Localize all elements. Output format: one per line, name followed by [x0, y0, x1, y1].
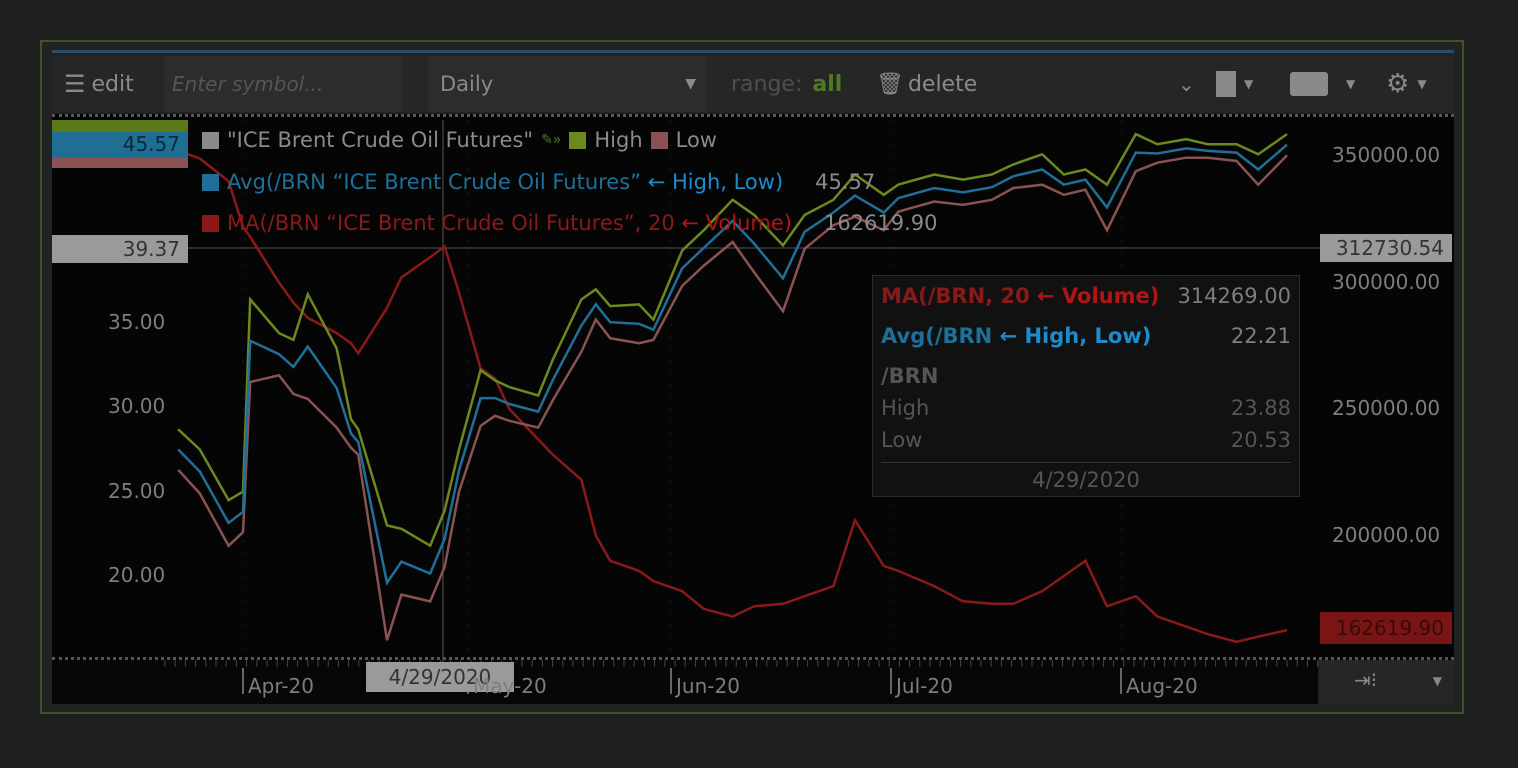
legend-high: High — [594, 128, 643, 152]
tooltip-avg-inputs: ← High, Low) — [999, 324, 1152, 348]
legend-ma: MA(/BRN “ICE Brent Crude Oil Futures”, 2… — [202, 211, 938, 235]
tooltip-date: 4/29/2020 — [1032, 468, 1140, 492]
right-axis-label: 350000.00 — [1332, 143, 1441, 167]
legend-symbol: "ICE Brent Crude Oil Futures" ✎» High Lo… — [202, 128, 717, 152]
legend-avg-swatch — [202, 173, 219, 191]
legend-ma-swatch — [202, 214, 219, 232]
left-axis-label: 30.00 — [108, 394, 166, 419]
right-axis-label: 200000.00 — [1332, 522, 1441, 547]
cursor-volume-value: 312730.54 — [1335, 236, 1444, 260]
last-price-value: 45.57 — [122, 132, 180, 156]
legend-ma-value: 162619.90 — [823, 211, 938, 235]
cursor-price-badge: 39.37 — [52, 235, 188, 263]
legend-low: Low — [675, 128, 717, 152]
left-axis-label: 20.00 — [108, 563, 166, 588]
legend-high-swatch — [569, 131, 587, 149]
tooltip-ma-label: MA(/BRN, 20 — [881, 284, 1037, 308]
tooltip-avg-label: Avg(/BRN — [881, 324, 1000, 348]
tooltip-ma-inputs: ← Volume) — [1037, 284, 1160, 308]
time-axis-label: Jul-20 — [896, 674, 953, 698]
tooltip-high-label: High — [881, 396, 930, 420]
cursor-price-value: 39.37 — [122, 237, 180, 261]
legend-ma-inputs: ← Volume) — [681, 211, 792, 235]
tooltip-low-value: 20.53 — [1230, 428, 1291, 452]
legend-avg-label: Avg(/BRN “ICE Brent Crude Oil Futures” — [227, 170, 648, 194]
legend-swatch — [202, 131, 219, 149]
last-price-badge: 45.57 — [52, 120, 188, 168]
tooltip-ma-value: 314269.00 — [1177, 284, 1291, 308]
tooltip-avg-value: 22.21 — [1230, 324, 1291, 348]
legend-avg: Avg(/BRN “ICE Brent Crude Oil Futures” ←… — [202, 170, 875, 194]
last-volume-value: 162619.90 — [1335, 616, 1444, 640]
tooltip-high-value: 23.88 — [1230, 396, 1291, 420]
legend-avg-inputs: ← High, Low) — [647, 170, 784, 194]
data-tooltip: MA(/BRN, 20 ← Volume) 314269.00 Avg(/BRN … — [872, 275, 1300, 497]
legend-low-swatch — [650, 131, 668, 149]
edit-style-icon[interactable]: ✎» — [541, 132, 561, 148]
time-axis-label: May-20 — [473, 674, 547, 698]
right-axis-label: 300000.00 — [1332, 269, 1441, 294]
legend-avg-value: 45.57 — [815, 170, 876, 194]
tooltip-divider — [881, 462, 1291, 463]
right-axis-label: 250000.00 — [1332, 396, 1441, 420]
time-axis-label: Jun-20 — [676, 674, 740, 698]
time-axis-label: Aug-20 — [1126, 674, 1198, 698]
tooltip-symbol: /BRN — [881, 364, 939, 388]
time-axis-label: Apr-20 — [248, 674, 314, 698]
tooltip-low-label: Low — [881, 428, 923, 452]
last-volume-badge: 162619.90 — [1320, 612, 1452, 644]
left-axis-label: 35.00 — [108, 310, 166, 334]
left-axis-label: 25.00 — [108, 478, 166, 503]
cursor-volume-badge: 312730.54 — [1320, 234, 1452, 262]
legend-symbol-title: "ICE Brent Crude Oil Futures" — [227, 128, 534, 152]
legend-ma-label: MA(/BRN “ICE Brent Crude Oil Futures”, 2… — [227, 211, 682, 235]
